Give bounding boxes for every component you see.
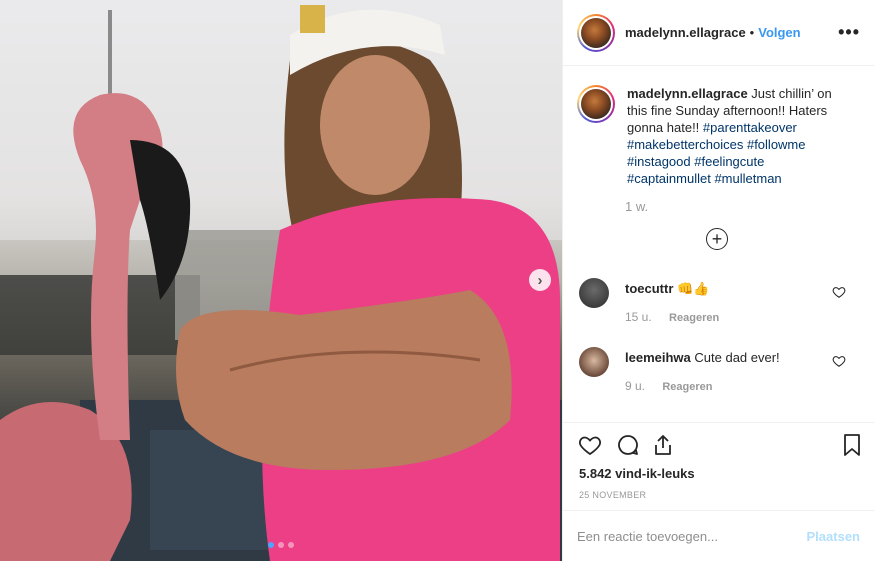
add-comment-bar: Een reactie toevoegen... Plaatsen — [563, 510, 874, 561]
hashtag[interactable]: #captainmullet — [627, 171, 711, 186]
share-icon[interactable] — [651, 433, 675, 457]
post-actions: 5.842 vind-ik-leuks 25 NOVEMBER — [563, 422, 874, 500]
reply-button[interactable]: Reageren — [662, 381, 712, 393]
carousel-dot — [268, 542, 274, 548]
post-date: 25 NOVEMBER — [579, 490, 647, 500]
comment-icon[interactable] — [615, 433, 641, 457]
bookmark-icon[interactable] — [841, 433, 863, 457]
reply-button[interactable]: Reageren — [669, 312, 719, 324]
comment-avatar[interactable] — [579, 278, 609, 308]
separator-dot: • — [749, 25, 755, 40]
comment-text: 👊👍 — [677, 281, 710, 296]
post-header: madelynn.ellagrace • Volgen ••• — [563, 0, 874, 66]
avatar-image — [581, 89, 611, 119]
hashtag[interactable]: #instagood — [627, 154, 691, 169]
hashtag[interactable]: #followme — [747, 137, 806, 152]
caption-avatar[interactable] — [577, 85, 615, 123]
hashtag[interactable]: #makebetterchoices — [627, 137, 743, 152]
comment-avatar[interactable] — [579, 347, 609, 377]
hashtag[interactable]: #mulletman — [714, 171, 781, 186]
post-side-panel: madelynn.ellagrace • Volgen ••• madelynn… — [562, 0, 874, 561]
comment-text: Cute dad ever! — [694, 350, 780, 365]
carousel-indicator — [268, 542, 294, 548]
hashtag[interactable]: #parenttakeover — [703, 120, 797, 135]
like-count[interactable]: 5.842 vind-ik-leuks — [579, 466, 695, 481]
like-comment-heart-icon[interactable] — [832, 285, 846, 299]
like-comment-heart-icon[interactable] — [832, 354, 846, 368]
header-username[interactable]: madelynn.ellagrace — [625, 25, 746, 40]
caption: madelynn.ellagrace Just chillin’ on this… — [563, 67, 874, 187]
comment-username[interactable]: toecuttr — [625, 281, 673, 296]
follow-button[interactable]: Volgen — [758, 25, 800, 40]
comments-section: madelynn.ellagrace Just chillin’ on this… — [563, 67, 874, 422]
post-dialog: › madelynn.ellagrace • Volgen ••• madely… — [0, 0, 874, 561]
carousel-dot — [288, 542, 294, 548]
comment-input[interactable]: Een reactie toevoegen... — [577, 529, 807, 544]
comment-time: 15 u. — [625, 310, 652, 324]
avatar-image — [581, 17, 611, 48]
comment-username[interactable]: leemeihwa — [625, 350, 691, 365]
hashtag[interactable]: #feelingcute — [694, 154, 764, 169]
comment-time: 9 u. — [625, 379, 646, 393]
photo-illustration — [0, 0, 562, 561]
next-photo-button[interactable]: › — [529, 269, 551, 291]
more-options-icon[interactable]: ••• — [838, 22, 860, 43]
caption-time: 1 w. — [625, 199, 649, 214]
load-more-comments-button[interactable]: + — [706, 228, 728, 250]
like-heart-icon[interactable] — [577, 433, 603, 457]
action-bar — [563, 423, 874, 467]
carousel-dot — [278, 542, 284, 548]
caption-text: madelynn.ellagrace Just chillin’ on this… — [627, 85, 847, 187]
post-comment-button[interactable]: Plaatsen — [807, 529, 860, 544]
avatar[interactable] — [577, 13, 615, 52]
caption-username[interactable]: madelynn.ellagrace — [627, 86, 748, 101]
post-photo[interactable]: › — [0, 0, 562, 561]
